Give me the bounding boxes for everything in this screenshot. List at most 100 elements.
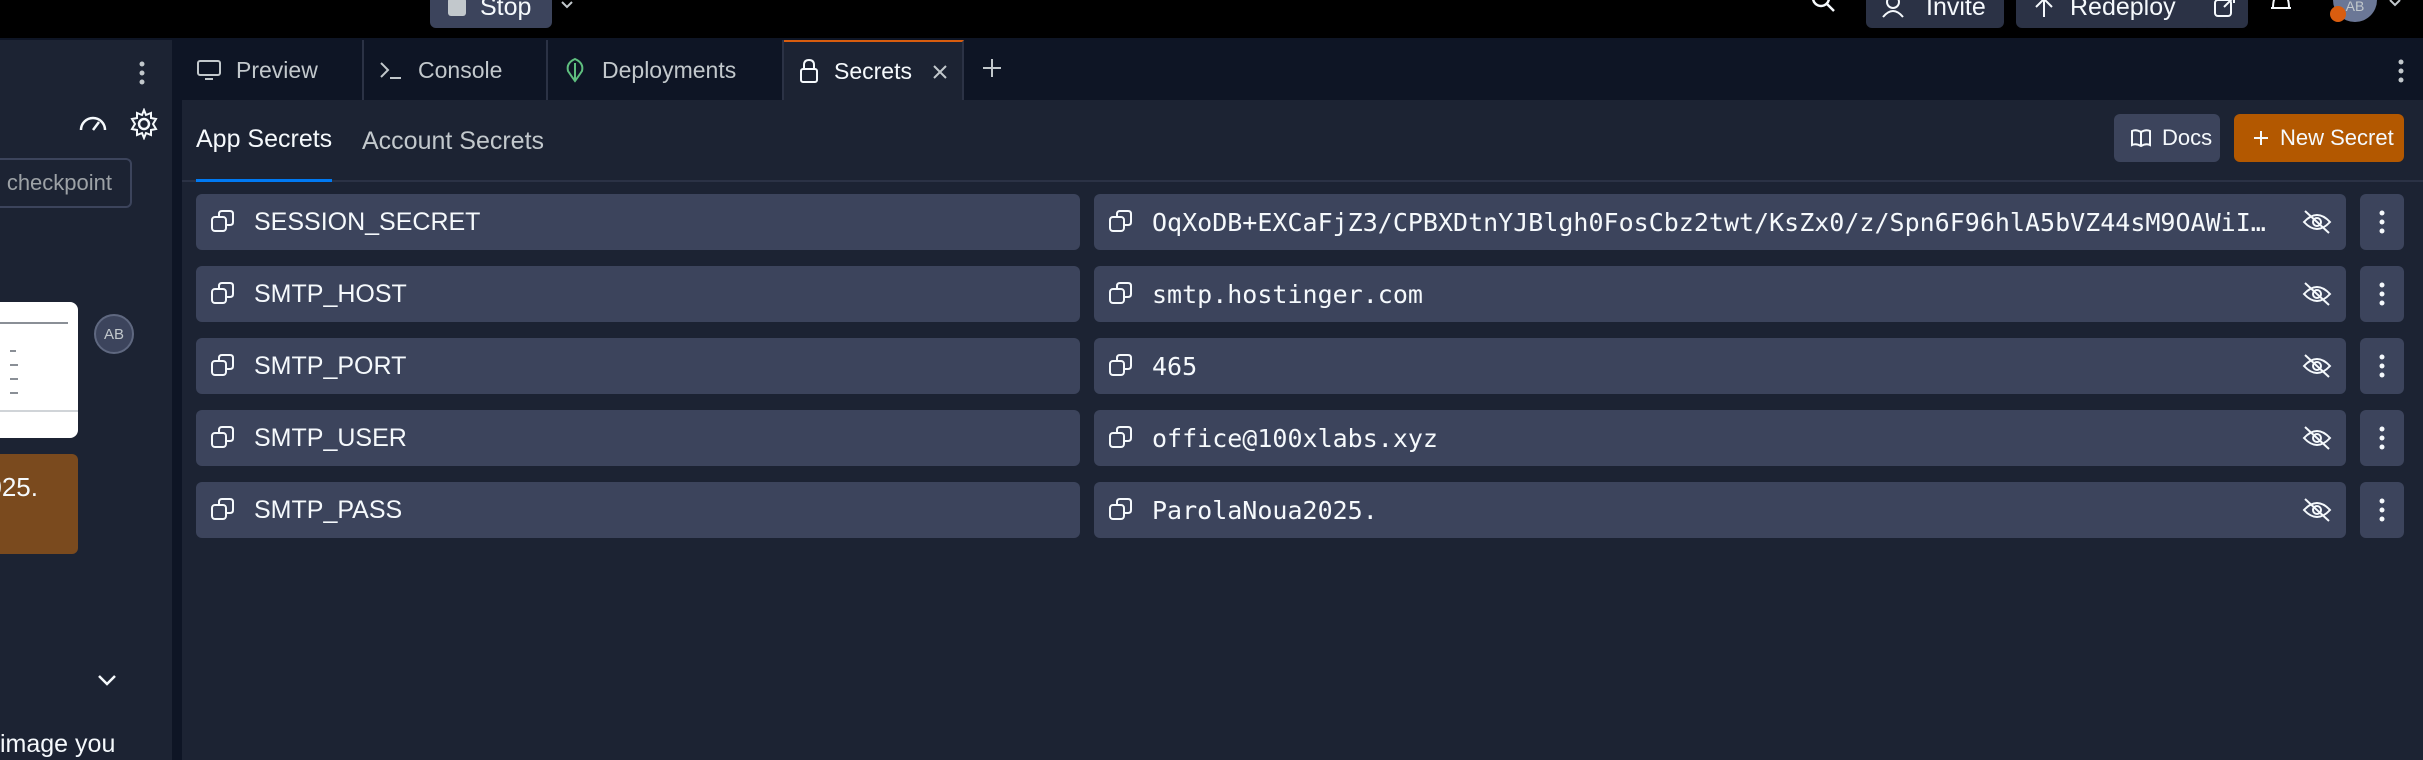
secret-value-field[interactable]: ParolaNoua2025. (1094, 482, 2346, 538)
secret-key-field[interactable]: SMTP_HOST (196, 266, 1080, 322)
left-panel: checkpoint AB 025. image you (0, 40, 172, 760)
invite-label: Invite (1926, 0, 1986, 21)
monitor-icon (197, 60, 221, 80)
preview-thumbnail[interactable] (0, 302, 78, 438)
secret-key: SMTP_PORT (254, 351, 407, 380)
deploy-icon (2035, 0, 2053, 17)
avatar-initials: AB (2345, 0, 2365, 14)
eye-off-icon[interactable] (2302, 280, 2332, 308)
message-card: 025. (0, 454, 78, 554)
thumbnail-line (10, 378, 18, 380)
docs-button[interactable]: Docs (2114, 114, 2220, 162)
secret-row: SMTP_PASS ParolaNoua2025. (196, 482, 2411, 538)
kebab-menu-icon[interactable] (130, 58, 154, 88)
chat-text: image you (0, 730, 116, 758)
tab-bar: Preview Console Deployments Secrets (182, 40, 2423, 100)
copy-icon[interactable] (1108, 425, 1134, 451)
thumbnail-line (10, 350, 16, 352)
thumbnail-footer (0, 410, 78, 412)
subtab-account-secrets[interactable]: Account Secrets (362, 100, 544, 182)
secret-value-field[interactable]: office@100xlabs.xyz (1094, 410, 2346, 466)
secret-value-field[interactable]: smtp.hostinger.com (1094, 266, 2346, 322)
tab-console[interactable]: Console (364, 40, 548, 100)
book-icon (2131, 129, 2151, 148)
copy-icon[interactable] (1108, 353, 1134, 379)
new-secret-label: New Secret (2280, 125, 2394, 150)
tab-preview[interactable]: Preview (182, 40, 364, 100)
stop-button[interactable]: Stop (430, 0, 552, 28)
thumbnail-line (0, 322, 68, 324)
external-link-icon (2214, 0, 2235, 17)
eye-off-icon[interactable] (2302, 208, 2332, 236)
secret-row: SMTP_USER office@100xlabs.xyz (196, 410, 2411, 466)
chevron-down-icon[interactable] (560, 0, 574, 12)
copy-icon[interactable] (1108, 281, 1134, 307)
copy-icon[interactable] (1108, 209, 1134, 235)
secret-value-field[interactable]: 465 (1094, 338, 2346, 394)
lock-icon (800, 58, 818, 83)
message-text: 025. (0, 472, 38, 502)
thumbnail-line (10, 364, 18, 366)
redeploy-button[interactable]: Redeploy (2016, 0, 2212, 28)
secret-value-field[interactable]: OqXoDB+EXCaFjZ3/CPBXDtnYJBlgh0FosCbz2twt… (1094, 194, 2346, 250)
plus-icon[interactable] (980, 56, 1004, 80)
close-icon[interactable] (932, 64, 948, 80)
bell-icon[interactable] (2268, 0, 2294, 16)
top-bar: Stop Invite Redeploy AB (0, 0, 2423, 38)
chevron-down-icon[interactable] (2388, 0, 2402, 10)
subtab-label: Account Secrets (362, 126, 545, 155)
eye-off-icon[interactable] (2302, 424, 2332, 452)
secret-key-field[interactable]: SMTP_PASS (196, 482, 1080, 538)
chat-avatar: AB (94, 314, 134, 354)
copy-icon[interactable] (1108, 497, 1134, 523)
kebab-menu-icon (2379, 498, 2385, 522)
new-secret-button[interactable]: New Secret (2234, 114, 2404, 162)
tab-deployments[interactable]: Deployments (548, 40, 784, 100)
secret-value: 465 (1152, 351, 1198, 381)
secret-key-field[interactable]: SMTP_USER (196, 410, 1080, 466)
docs-label: Docs (2162, 125, 2213, 150)
gear-icon[interactable] (128, 108, 160, 140)
kebab-menu-icon (2379, 426, 2385, 450)
subtab-label: App Secrets (196, 125, 333, 153)
panel-divider[interactable] (172, 40, 182, 760)
secret-menu-button[interactable] (2360, 194, 2404, 250)
secret-key-field[interactable]: SMTP_PORT (196, 338, 1080, 394)
tab-secrets[interactable]: Secrets (784, 40, 964, 100)
kebab-menu-icon (2379, 210, 2385, 234)
copy-icon[interactable] (210, 497, 236, 523)
secret-row: SESSION_SECRET OqXoDB+EXCaFjZ3/CPBXDtnYJ… (196, 194, 2411, 250)
secret-value: OqXoDB+EXCaFjZ3/CPBXDtnYJBlgh0FosCbz2twt… (1152, 207, 2272, 237)
secret-menu-button[interactable] (2360, 410, 2404, 466)
redeploy-label: Redeploy (2070, 0, 2176, 21)
kebab-menu-icon[interactable] (2389, 56, 2413, 86)
copy-icon[interactable] (210, 425, 236, 451)
secret-key-field[interactable]: SESSION_SECRET (196, 194, 1080, 250)
search-icon[interactable] (1808, 0, 1838, 16)
secret-value: ParolaNoua2025. (1152, 495, 1378, 525)
copy-icon[interactable] (210, 209, 236, 235)
secret-value: smtp.hostinger.com (1152, 279, 1423, 309)
open-in-new-tab-button[interactable] (2202, 0, 2248, 28)
secret-key: SMTP_PASS (254, 495, 403, 524)
secret-menu-button[interactable] (2360, 482, 2404, 538)
checkpoint-button[interactable]: checkpoint (0, 158, 132, 208)
secrets-subbar: App Secrets Account Secrets Docs New Sec… (182, 100, 2423, 182)
secret-menu-button[interactable] (2360, 266, 2404, 322)
thumbnail-line (10, 392, 18, 394)
copy-icon[interactable] (210, 281, 236, 307)
eye-off-icon[interactable] (2302, 352, 2332, 380)
gauge-icon[interactable] (78, 110, 108, 136)
invite-button[interactable]: Invite (1866, 0, 2004, 28)
tab-label: Preview (236, 56, 318, 83)
copy-icon[interactable] (210, 353, 236, 379)
add-user-icon (1882, 0, 1904, 18)
secret-row: SMTP_HOST smtp.hostinger.com (196, 266, 2411, 322)
eye-off-icon[interactable] (2302, 496, 2332, 524)
avatar-initials: AB (103, 325, 124, 343)
secret-menu-button[interactable] (2360, 338, 2404, 394)
stop-square-icon (448, 0, 466, 16)
chevron-down-icon[interactable] (96, 672, 118, 688)
subtab-app-secrets[interactable]: App Secrets (196, 100, 333, 182)
tab-label: Secrets (834, 57, 912, 84)
